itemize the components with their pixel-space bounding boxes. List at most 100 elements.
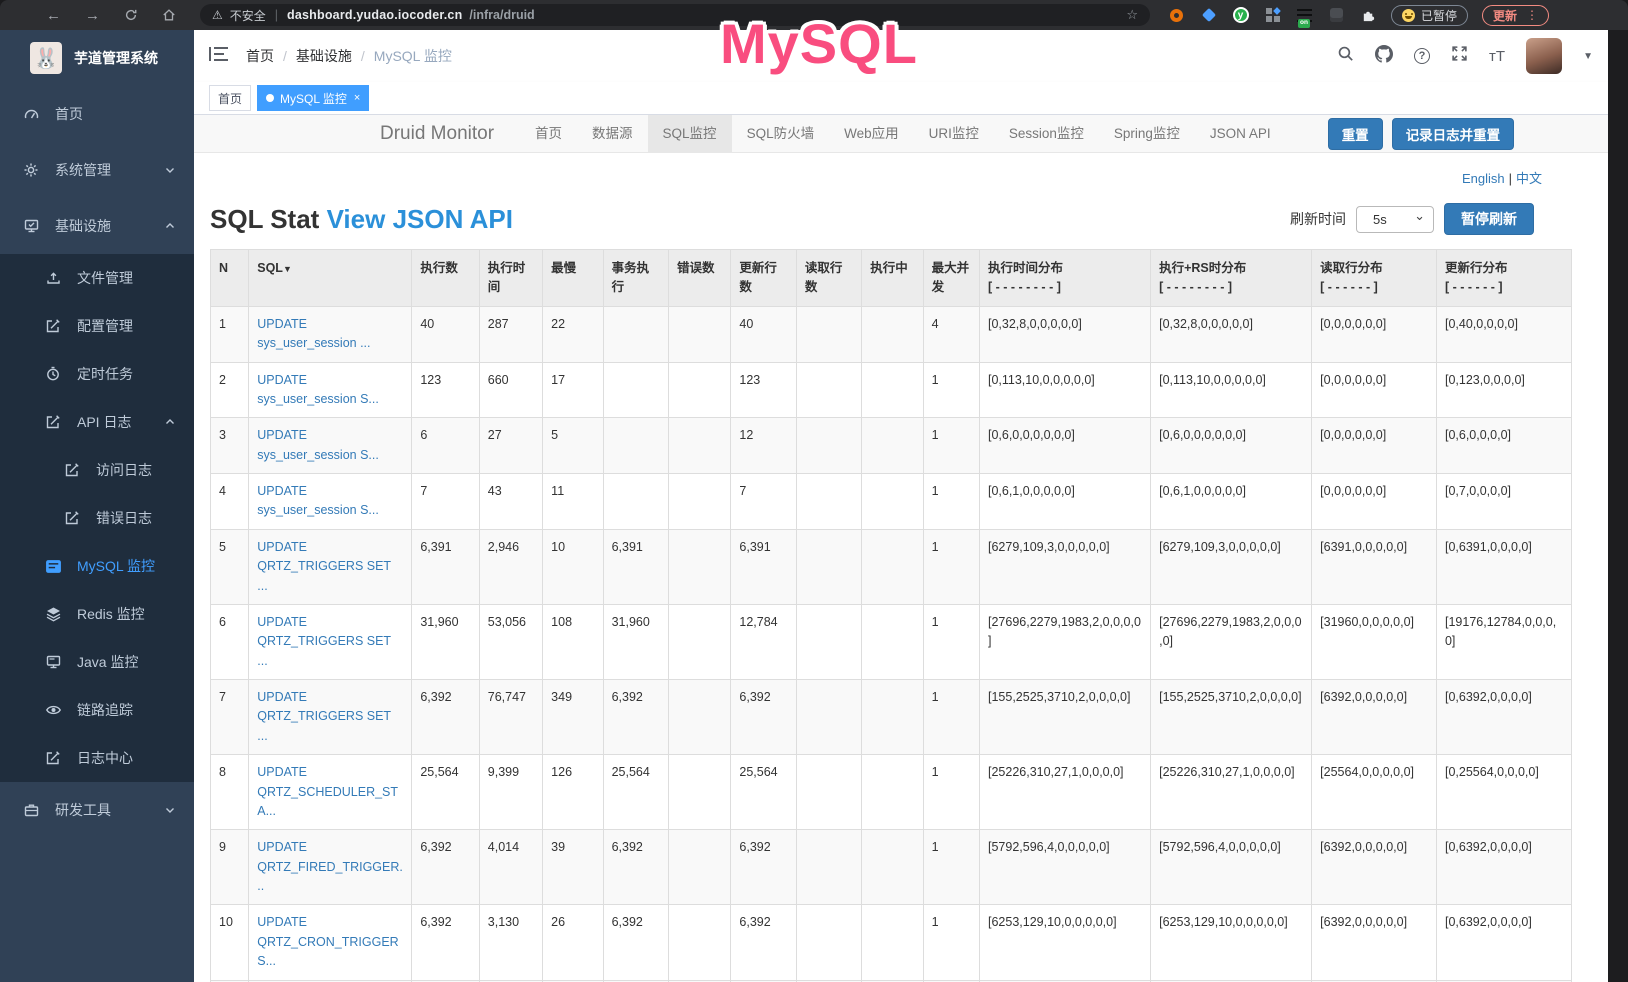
breadcrumb-item[interactable]: 基础设施 <box>296 46 352 66</box>
edit-icon <box>63 462 81 478</box>
tag-active[interactable]: MySQL 监控× <box>257 85 369 111</box>
sidebar-item-file-mgmt[interactable]: 文件管理 <box>0 254 194 302</box>
cell-n: 4 <box>211 474 249 530</box>
extension-list-icon[interactable]: on <box>1296 7 1313 24</box>
help-icon[interactable]: ? <box>1414 48 1430 64</box>
sql-link[interactable]: UPDATE QRTZ_TRIGGERS SET ... <box>257 540 391 593</box>
eye-icon <box>44 702 62 718</box>
chrome-menu-icon[interactable]: ⋮ <box>1526 8 1538 22</box>
extensions-puzzle-icon[interactable] <box>1360 7 1377 24</box>
druid-tab[interactable]: JSON API <box>1195 115 1286 153</box>
druid-tab[interactable]: SQL防火墙 <box>732 115 830 153</box>
cell-time: 4,014 <box>479 830 542 905</box>
sidebar-item-system-mgmt[interactable]: 系统管理 <box>0 142 194 198</box>
cell-tx <box>603 474 668 530</box>
cell-running <box>862 604 923 679</box>
cell-d4: [0,40,0,0,0,0] <box>1436 306 1571 362</box>
tag-item[interactable]: 首页 <box>209 85 251 111</box>
extension-dark-icon[interactable] <box>1328 7 1345 24</box>
cell-d2: [155,2525,3710,2,0,0,0,0] <box>1151 680 1312 755</box>
column-header: 最慢 <box>543 250 603 307</box>
cell-upd: 40 <box>731 306 796 362</box>
sidebar-item-infrastructure[interactable]: 基础设施 <box>0 198 194 254</box>
sidebar-item-log-center[interactable]: 日志中心 <box>0 734 194 782</box>
sidebar-item-error-log[interactable]: 错误日志 <box>0 494 194 542</box>
sidebar-item-redis-monitor[interactable]: Redis 监控 <box>0 590 194 638</box>
cell-err <box>668 418 730 474</box>
cell-conc: 1 <box>923 418 979 474</box>
extension-green-icon[interactable]: y <box>1232 7 1249 24</box>
table-row: 9UPDATE QRTZ_FIRED_TRIGGER...6,3924,0143… <box>211 830 1572 905</box>
search-icon[interactable] <box>1337 45 1354 67</box>
refresh-interval-select[interactable]: 5s <box>1356 206 1434 233</box>
github-icon[interactable] <box>1375 45 1393 68</box>
lang-chinese-link[interactable]: 中文 <box>1516 171 1542 186</box>
back-icon[interactable]: ← <box>46 7 61 24</box>
sql-link[interactable]: UPDATE QRTZ_FIRED_TRIGGER... <box>257 840 403 893</box>
druid-tab[interactable]: Spring监控 <box>1099 115 1195 153</box>
log-and-reset-button[interactable]: 记录日志并重置 <box>1392 118 1515 150</box>
cell-time: 660 <box>479 362 542 418</box>
cell-slow: 17 <box>543 362 603 418</box>
druid-tab[interactable]: Session监控 <box>994 115 1099 153</box>
profile-paused-chip[interactable]: 已暂停 <box>1391 5 1468 26</box>
close-icon[interactable]: × <box>354 92 360 104</box>
url-bar[interactable]: ⚠ 不安全 | dashboard.yudao.iocoder.cn/infra… <box>200 4 1150 26</box>
sql-link[interactable]: UPDATE sys_user_session S... <box>257 373 379 406</box>
sql-link[interactable]: UPDATE QRTZ_CRON_TRIGGERS... <box>257 915 398 968</box>
font-size-icon[interactable]: ᴛT <box>1489 48 1505 65</box>
column-header: 读取行分布[ - - - - - - ] <box>1312 250 1437 307</box>
active-dot-icon <box>266 94 274 102</box>
breadcrumb-item[interactable]: 首页 <box>246 46 274 66</box>
druid-tab[interactable]: SQL监控 <box>648 115 732 153</box>
cell-exec: 6,392 <box>412 905 479 980</box>
sidebar-item-config-mgmt[interactable]: 配置管理 <box>0 302 194 350</box>
home-icon[interactable] <box>162 8 176 22</box>
druid-tab[interactable]: 数据源 <box>577 115 648 153</box>
avatar[interactable] <box>1526 38 1562 74</box>
druid-tab[interactable]: 首页 <box>520 115 577 153</box>
sql-link[interactable]: UPDATE QRTZ_SCHEDULER_STA... <box>257 765 398 818</box>
cell-conc: 1 <box>923 604 979 679</box>
extension-donut-icon[interactable] <box>1168 7 1185 24</box>
extensions-row: y on <box>1168 7 1377 24</box>
extension-gem-icon[interactable] <box>1200 7 1217 24</box>
sql-link[interactable]: UPDATE QRTZ_TRIGGERS SET ... <box>257 690 391 743</box>
lang-english-link[interactable]: English <box>1462 171 1505 186</box>
sidebar-item-access-log[interactable]: 访问日志 <box>0 446 194 494</box>
fullscreen-icon[interactable] <box>1451 45 1468 67</box>
sidebar-item-dev-tools[interactable]: 研发工具 <box>0 782 194 838</box>
pause-refresh-button[interactable]: 暂停刷新 <box>1444 203 1534 235</box>
scrollbar[interactable] <box>1608 30 1628 982</box>
sql-link[interactable]: UPDATE sys_user_session ... <box>257 317 370 350</box>
forward-icon[interactable]: → <box>85 7 100 24</box>
hamburger-icon[interactable] <box>209 45 229 68</box>
sidebar-item-label: 定时任务 <box>77 364 133 384</box>
main-area: 首页/基础设施/MySQL 监控 ? ᴛT ▼ 首页MySQL 监控× Drui… <box>194 30 1608 982</box>
sidebar-item-tracing[interactable]: 链路追踪 <box>0 686 194 734</box>
cell-read <box>796 830 861 905</box>
sidebar-item-mysql-monitor[interactable]: MySQL 监控 <box>0 542 194 590</box>
cell-upd: 6,391 <box>731 529 796 604</box>
sidebar-item-api-log[interactable]: API 日志 <box>0 398 194 446</box>
bookmark-star-icon[interactable]: ☆ <box>1126 7 1138 23</box>
table-row: 4UPDATE sys_user_session S...7431171[0,6… <box>211 474 1572 530</box>
sidebar-item-scheduled-jobs[interactable]: 定时任务 <box>0 350 194 398</box>
sql-link[interactable]: UPDATE QRTZ_TRIGGERS SET ... <box>257 615 391 668</box>
druid-tab[interactable]: Web应用 <box>829 115 914 153</box>
sidebar-item-home[interactable]: 首页 <box>0 86 194 142</box>
extension-grid-icon[interactable] <box>1264 7 1281 24</box>
profile-avatar-icon <box>1402 9 1415 22</box>
druid-tab[interactable]: URI监控 <box>914 115 994 153</box>
reset-button[interactable]: 重置 <box>1328 118 1383 150</box>
cell-tx <box>603 362 668 418</box>
view-json-api-link[interactable]: View JSON API <box>327 204 513 234</box>
chrome-update-button[interactable]: 更新 ⋮ <box>1482 5 1549 26</box>
reload-icon[interactable] <box>124 8 138 22</box>
sql-link[interactable]: UPDATE sys_user_session S... <box>257 428 379 461</box>
sql-link[interactable]: UPDATE sys_user_session S... <box>257 484 379 517</box>
sidebar-item-java-monitor[interactable]: Java 监控 <box>0 638 194 686</box>
chevron-down-icon[interactable]: ▼ <box>1583 51 1593 62</box>
cell-d4: [0,6392,0,0,0,0] <box>1436 830 1571 905</box>
column-header[interactable]: SQL▼ <box>249 250 412 307</box>
